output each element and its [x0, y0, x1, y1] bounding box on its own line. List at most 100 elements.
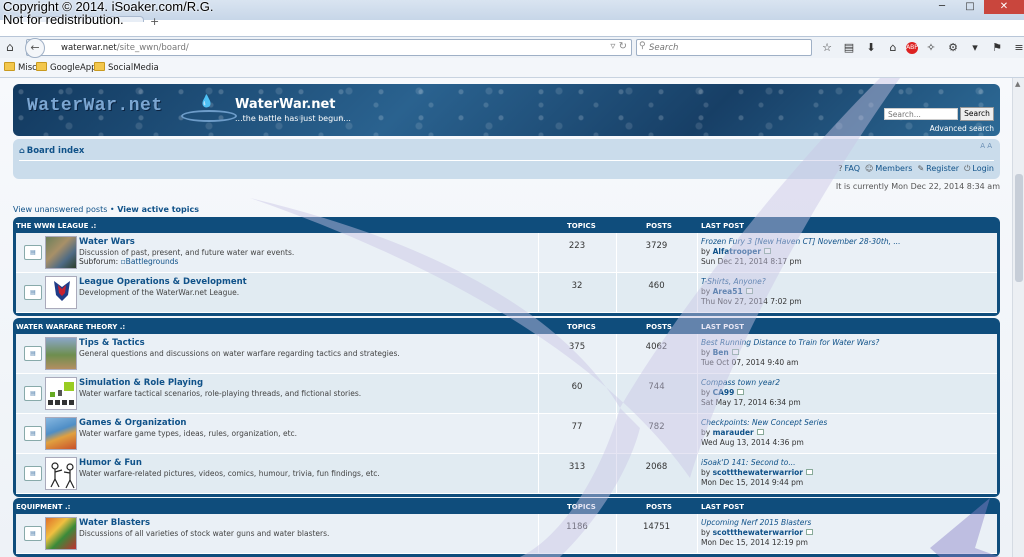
last-post-title-link[interactable]: iSoak'D 141: Second to... [701, 458, 796, 467]
adblock-icon[interactable]: ABP [906, 42, 918, 54]
subforum-line: Subforum: ▫Battlegrounds [79, 257, 179, 266]
members-link[interactable]: ☺ Members [865, 164, 912, 174]
post-count: 782 [648, 422, 665, 432]
category-title[interactable]: THE WWN LEAGUE .: [16, 222, 96, 230]
bookmark-folder[interactable]: GoogleApps [36, 62, 101, 73]
home-button-icon[interactable]: ⌂ [884, 39, 902, 56]
goto-last-post-icon[interactable] [756, 429, 764, 435]
breadcrumb[interactable]: ⌂ Board index [19, 146, 84, 156]
forum-title-link[interactable]: Water Wars [79, 237, 135, 247]
last-post-user-link[interactable]: scottthewaterwarrior [713, 528, 803, 537]
forum-description: Water warfare game types, ideas, rules, … [79, 429, 298, 438]
forum-row: ▤ Simulation & Role Playing Water warfar… [16, 374, 997, 414]
menu-icon[interactable]: ≡ [1010, 39, 1024, 56]
last-post-title-link[interactable]: Checkpoints: New Concept Series [701, 418, 827, 427]
last-post-title-link[interactable]: Best Running Distance to Train for Water… [701, 338, 879, 347]
forum-title-link[interactable]: Humor & Fun [79, 458, 142, 468]
forum-title-link[interactable]: Simulation & Role Playing [79, 378, 203, 388]
browser-search-bar[interactable]: ⚲ [636, 39, 812, 56]
browser-search-input[interactable] [649, 40, 799, 55]
font-resize[interactable]: A A [980, 142, 992, 150]
url-bar[interactable]: ← waterwar.net/site_wwn/board/ ▿ ↻ [25, 38, 632, 58]
forum-search-input[interactable] [884, 108, 958, 120]
forum-row: ▤ Water Blasters Discussions of all vari… [16, 514, 997, 554]
forum-description: Water warfare-related pictures, videos, … [79, 469, 380, 478]
goto-last-post-icon[interactable] [737, 389, 745, 395]
goto-last-post-icon[interactable] [806, 469, 814, 475]
forum-row: ▤ Humor & Fun Water warfare-related pict… [16, 454, 997, 494]
url-text[interactable]: waterwar.net/site_wwn/board/ [61, 43, 189, 53]
post-count: 2068 [645, 462, 668, 472]
unanswered-posts-link[interactable]: View unanswered posts [13, 205, 107, 214]
reload-icon[interactable]: ▿ ↻ [610, 41, 627, 52]
last-post-user-link[interactable]: marauder [713, 428, 754, 437]
home-icon[interactable]: ⌂ [6, 40, 14, 54]
last-post-date: Tue Oct 07, 2014 9:40 am [701, 358, 799, 367]
advanced-search-link[interactable]: Advanced search [930, 124, 994, 133]
view-links: View unanswered posts • View active topi… [13, 205, 200, 214]
category-header: EQUIPMENT .: TOPICS POSTS LAST POST [16, 498, 997, 514]
maximize-icon[interactable]: □ [956, 0, 984, 14]
dropdown-icon[interactable]: ▾ [966, 39, 984, 56]
last-post-user-link[interactable]: CA99 [713, 388, 735, 397]
search-icon: ⚲ [639, 41, 646, 51]
close-icon[interactable]: ✕ [984, 0, 1024, 14]
forum-title-link[interactable]: Tips & Tactics [79, 338, 145, 348]
flag-icon[interactable]: ⚑ [988, 39, 1006, 56]
register-link[interactable]: ✎ Register [917, 164, 959, 174]
subforum-link[interactable]: ▫Battlegrounds [121, 257, 179, 266]
translate-icon[interactable]: ✧ [922, 39, 940, 56]
forum-thumbnail [45, 236, 77, 269]
faq-link[interactable]: ? FAQ [838, 164, 860, 174]
search-button[interactable]: Search [960, 107, 994, 121]
addon-icon[interactable]: ⚙ [944, 39, 962, 56]
last-post-user-link[interactable]: Area51 [713, 287, 743, 296]
active-topics-link[interactable]: View active topics [117, 205, 199, 214]
last-post-title-link[interactable]: Upcoming Nerf 2015 Blasters [701, 518, 811, 527]
last-post-user-link[interactable]: Alfatrooper [713, 247, 761, 256]
last-post-author: by marauder [701, 428, 764, 437]
last-post-user-link[interactable]: scottthewaterwarrior [713, 468, 803, 477]
topic-count: 32 [571, 281, 583, 291]
scroll-thumb[interactable] [1015, 174, 1023, 282]
topic-count: 223 [568, 241, 586, 251]
goto-last-post-icon[interactable] [745, 288, 753, 294]
last-post-title-link[interactable]: Compass town year2 [701, 378, 780, 387]
bookmark-star-icon[interactable]: ☆ [818, 39, 836, 56]
category-title[interactable]: WATER WARFARE THEORY .: [16, 323, 125, 331]
page-scrollbar[interactable]: ▲ [1012, 78, 1024, 557]
last-post-user-link[interactable]: Ben [713, 348, 729, 357]
user-links: ? FAQ ☺ Members ✎ Register ⏻ Login [838, 164, 994, 174]
download-icon[interactable]: ⬇ [862, 39, 880, 56]
bookmark-folder[interactable]: SocialMedia [94, 62, 159, 73]
post-count: 3729 [645, 241, 668, 251]
category-title[interactable]: EQUIPMENT .: [16, 503, 70, 511]
forum-title-link[interactable]: League Operations & Development [79, 277, 247, 287]
forum-title-link[interactable]: Games & Organization [79, 418, 186, 428]
posts-header: POSTS [646, 222, 672, 230]
minimize-icon[interactable]: ─ [928, 0, 956, 14]
forum-description: Discussion of past, present, and future … [79, 248, 295, 257]
goto-last-post-icon[interactable] [764, 248, 772, 254]
forum-title-link[interactable]: Water Blasters [79, 518, 150, 528]
forum-row: ▤ Water Wars Discussion of past, present… [16, 233, 997, 273]
bookmark-folder[interactable]: Misc [4, 62, 37, 73]
goto-last-post-icon[interactable] [806, 529, 814, 535]
last-post-date: Wed Aug 13, 2014 4:36 pm [701, 438, 804, 447]
last-post-title-link[interactable]: T-Shirts, Anyone? [701, 277, 766, 286]
scroll-up-icon[interactable]: ▲ [1015, 80, 1020, 88]
reading-list-icon[interactable]: ▤ [840, 39, 858, 56]
folder-icon [36, 62, 47, 71]
forum-row: ▤ Games & Organization Water warfare gam… [16, 414, 997, 454]
goto-last-post-icon[interactable] [731, 349, 739, 355]
last-post-title-link[interactable]: Frozen Fury 3 [New Haven CT] November 28… [701, 237, 901, 246]
members-icon: ☺ [865, 164, 874, 173]
login-link[interactable]: ⏻ Login [964, 164, 994, 174]
forum-read-icon: ▤ [24, 245, 42, 260]
forum-description: Development of the WaterWar.net League. [79, 288, 240, 297]
forum-read-icon: ▤ [24, 426, 42, 441]
back-icon[interactable]: ← [25, 38, 45, 58]
site-logo[interactable]: WaterWar.net [27, 96, 163, 116]
topics-header: TOPICS [567, 222, 596, 230]
bookmarks-bar: Misc GoogleApps SocialMedia [0, 58, 1024, 78]
